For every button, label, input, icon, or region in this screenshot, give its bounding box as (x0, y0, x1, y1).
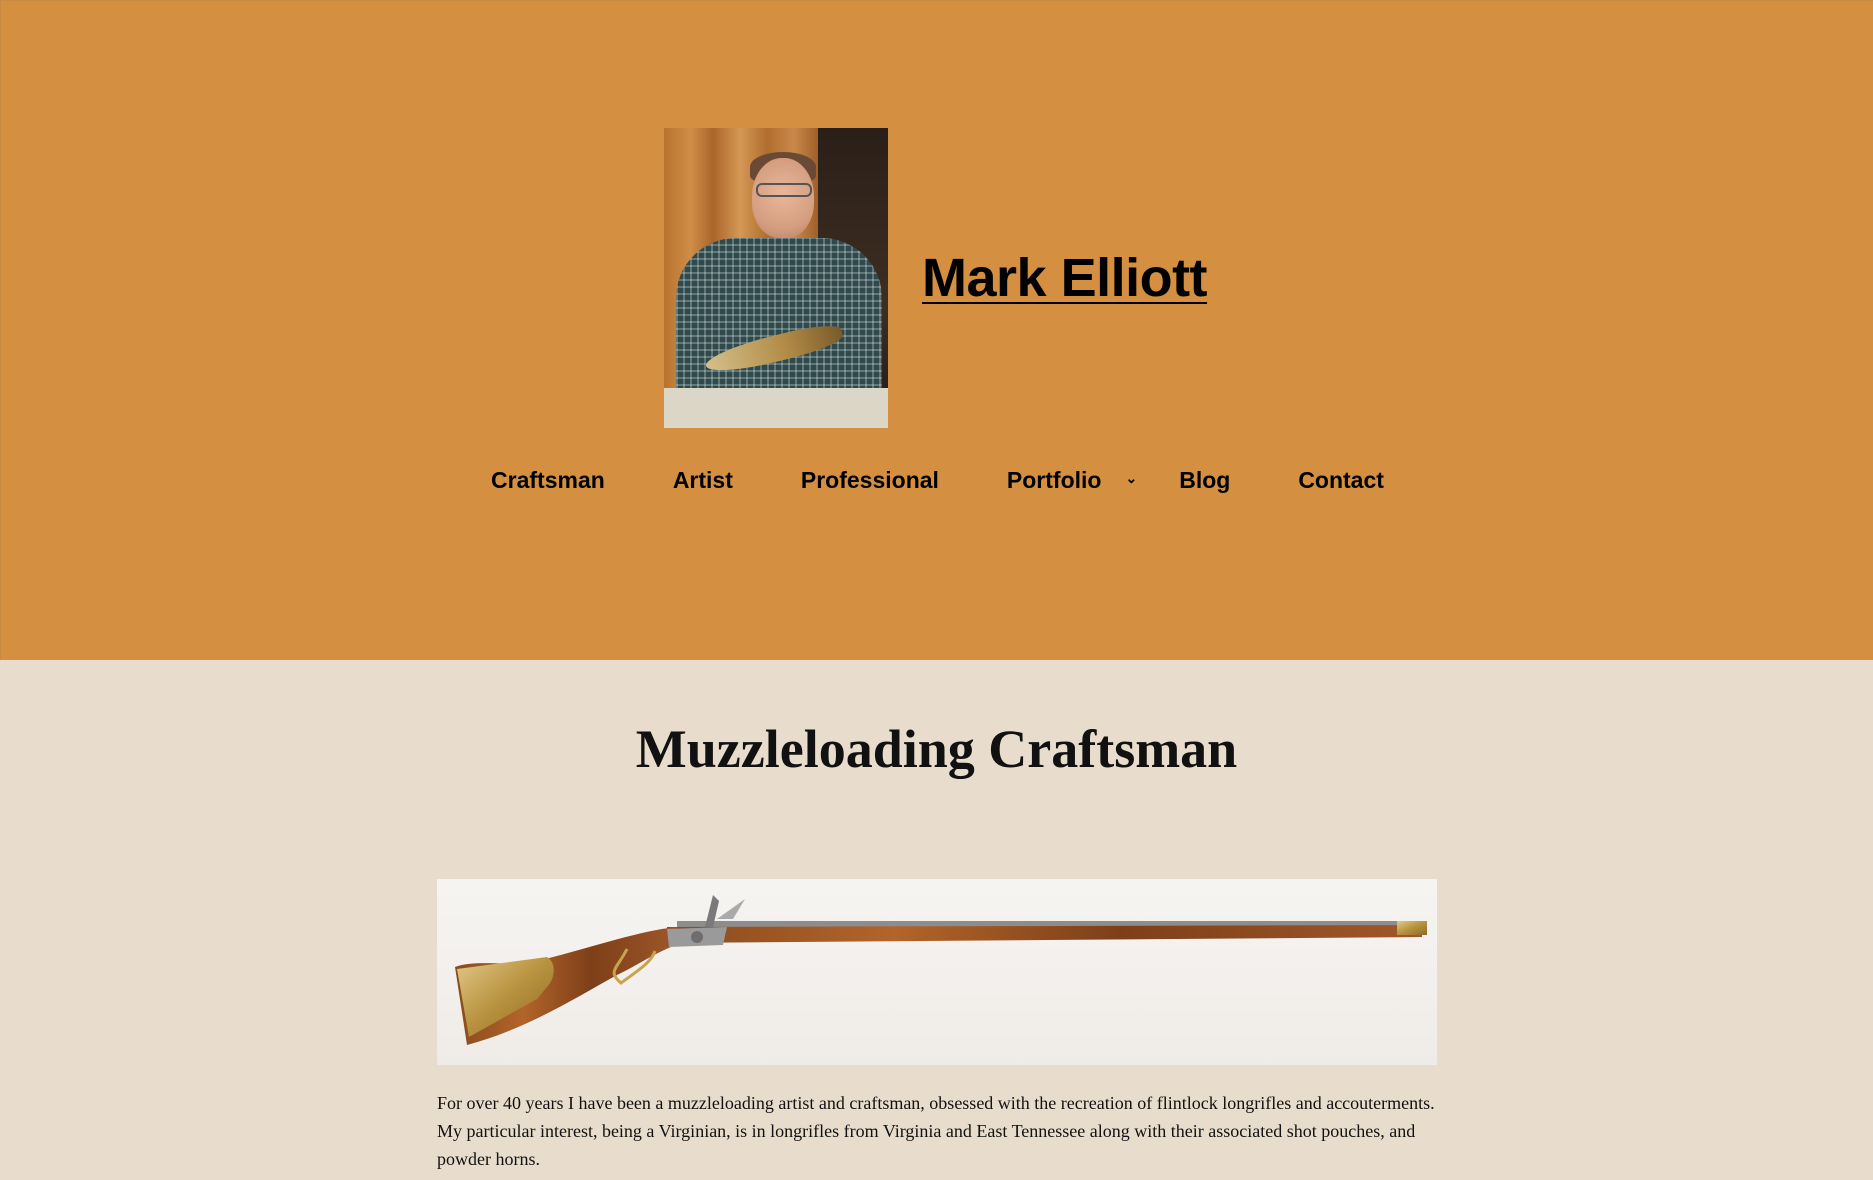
portrait-pants (664, 388, 888, 428)
portrait-face (752, 158, 814, 238)
longrifle-image (437, 879, 1437, 1065)
primary-navigation: Craftsman Artist Professional Portfolio ⌄… (1, 467, 1873, 494)
nav-label: Professional (800, 467, 939, 493)
nav-item-blog[interactable]: Blog (1179, 467, 1230, 494)
nav-label: Contact (1298, 467, 1384, 493)
nav-label: Artist (672, 467, 733, 493)
longrifle-illustration (455, 895, 1427, 1045)
nav-item-professional[interactable]: Professional (801, 467, 939, 494)
site-header: Mark Elliott Craftsman Artist Profession… (0, 0, 1873, 660)
nav-item-artist[interactable]: Artist (673, 467, 733, 494)
site-branding: Mark Elliott (664, 128, 1208, 428)
nav-label: Blog (1179, 467, 1231, 493)
chevron-down-icon[interactable]: ⌄ (1125, 470, 1137, 487)
portrait-glasses (756, 183, 812, 197)
nav-label: Craftsman (491, 467, 605, 493)
nav-item-contact[interactable]: Contact (1298, 467, 1384, 494)
nav-item-portfolio[interactable]: Portfolio ⌄ (1006, 467, 1137, 494)
intro-paragraph: For over 40 years I have been a muzzlelo… (437, 1093, 1435, 1169)
nav-label: Portfolio (1006, 467, 1102, 493)
site-title-link[interactable]: Mark Elliott (922, 247, 1208, 309)
site-logo-portrait[interactable] (664, 128, 888, 428)
nav-item-craftsman[interactable]: Craftsman (491, 467, 605, 494)
page-title: Muzzleloading Craftsman (635, 719, 1238, 779)
